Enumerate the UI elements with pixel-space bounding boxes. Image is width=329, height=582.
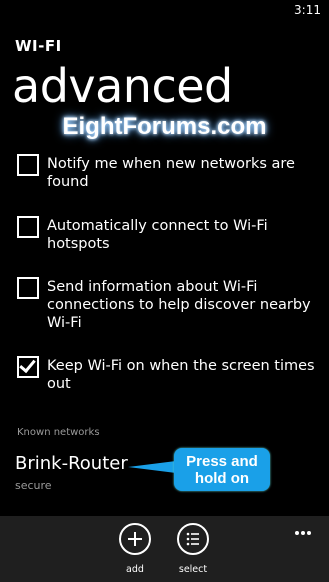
option-label: Automatically connect to Wi-Fi hotspots <box>47 218 268 252</box>
option-label: Notify me when new networks are found <box>47 156 295 190</box>
ellipsis-icon[interactable] <box>295 520 317 535</box>
press-and-hold-callout: Press and hold on <box>174 448 270 491</box>
plus-icon <box>119 523 151 555</box>
select-list-icon <box>177 523 209 555</box>
app-title: WI-FI <box>15 37 62 55</box>
send-info-checkbox[interactable] <box>17 277 39 299</box>
page-title: advanced <box>12 59 233 113</box>
select-button[interactable]: select <box>170 523 216 575</box>
add-button[interactable]: add <box>112 523 158 575</box>
add-label: add <box>126 564 144 575</box>
app-bar: add select <box>0 516 329 582</box>
callout-line-2: hold on <box>194 470 250 487</box>
option-auto-connect-hotspots[interactable]: Automatically connect to Wi-Fi hotspots <box>17 216 317 256</box>
notify-checkbox[interactable] <box>17 154 39 176</box>
option-label: Send information about Wi-Fi connections… <box>47 279 311 331</box>
network-status: secure <box>15 479 52 492</box>
auto-connect-checkbox[interactable] <box>17 216 39 238</box>
network-name: Brink-Router <box>15 453 128 474</box>
callout-pointer <box>128 461 176 473</box>
option-send-info[interactable]: Send information about Wi-Fi connections… <box>17 277 317 333</box>
status-time: 3:11 <box>294 3 321 17</box>
option-label: Keep Wi-Fi on when the screen times out <box>47 358 315 392</box>
checkmark-icon <box>19 355 36 374</box>
keep-wifi-on-checkbox[interactable] <box>17 355 39 378</box>
select-label: select <box>178 564 208 575</box>
option-keep-wifi-on[interactable]: Keep Wi-Fi on when the screen times out <box>17 355 317 396</box>
known-networks-header: Known networks <box>17 427 100 438</box>
option-notify-new-networks[interactable]: Notify me when new networks are found <box>17 154 317 194</box>
callout-line-1: Press and <box>186 453 258 470</box>
status-bar: 3:11 <box>0 0 329 20</box>
watermark: EightForums.com <box>62 113 267 140</box>
